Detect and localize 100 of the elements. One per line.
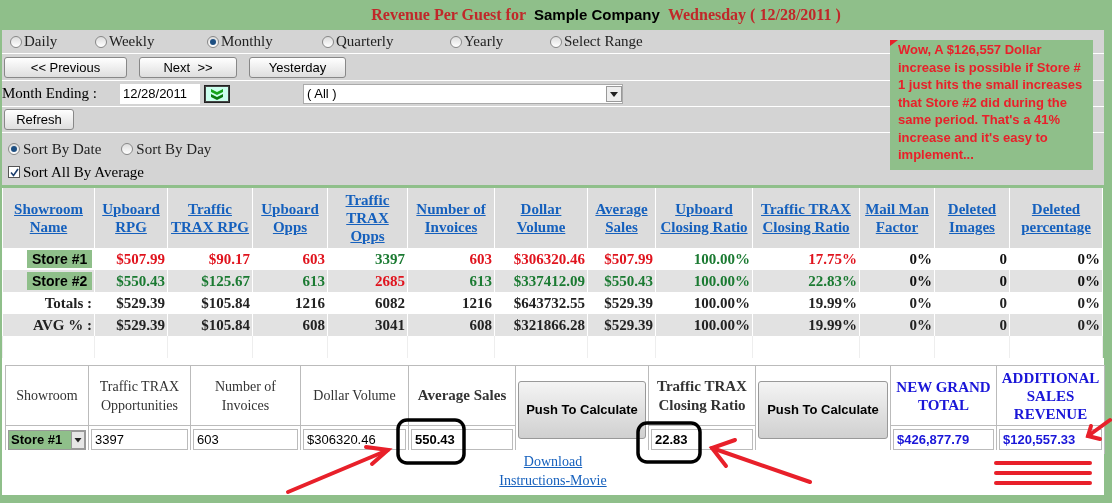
table-cell: $90.17 <box>208 251 250 267</box>
table-cell: $529.39 <box>604 295 653 311</box>
table-cell: $105.84 <box>201 295 250 311</box>
radio-label: Weekly <box>109 32 155 52</box>
input-field[interactable]: 3397 <box>91 429 188 450</box>
column-header-link[interactable]: Average Sales <box>589 200 654 236</box>
table-cell: 100.00% <box>693 273 750 289</box>
field-label: Number of Invoices <box>213 377 277 415</box>
store-badge: Store #2 <box>27 272 92 290</box>
field-label: Average Sales <box>416 386 508 405</box>
checkbox-label: Sort All By Average <box>23 162 144 182</box>
nav-button[interactable]: << Previous <box>4 56 127 78</box>
calendar-picker-icon[interactable] <box>204 84 230 103</box>
table-cell: $321866.28 <box>513 317 585 333</box>
table-cell: $550.43 <box>604 273 653 289</box>
store-dropdown[interactable]: ( All ) <box>303 83 623 104</box>
field-label: ADDITIONAL SALES REVENUE <box>1000 368 1101 423</box>
field-label: Showroom <box>15 387 79 405</box>
table-cell: 0% <box>1077 295 1100 311</box>
table-cell: 1216 <box>295 295 325 311</box>
input-field[interactable]: 603 <box>193 429 298 450</box>
table-cell: 0% <box>909 295 932 311</box>
column-header-link[interactable]: Deleted percentage <box>1011 200 1101 236</box>
table-cell: 0 <box>999 273 1007 289</box>
radio-button[interactable] <box>10 35 22 48</box>
radio-button[interactable] <box>121 143 134 155</box>
caret-icon <box>71 430 85 449</box>
annotation-arrow <box>1085 418 1112 441</box>
table-cell: 6082 <box>375 295 405 311</box>
table-cell: 3397 <box>375 251 405 267</box>
caret-icon <box>606 85 622 102</box>
table-cell: $529.39 <box>116 317 165 333</box>
nav-button[interactable]: Yesterday <box>249 56 346 78</box>
column-header-link[interactable]: Dollar Volume <box>496 200 586 236</box>
row-label: AVG % : <box>33 317 92 333</box>
date-field[interactable]: 12/28/2011 <box>120 83 200 104</box>
column-header-link[interactable]: Traffic TRAX Opps <box>329 191 406 245</box>
column-header-link[interactable]: Traffic TRAX RPG <box>169 200 251 236</box>
checkbox[interactable] <box>8 166 20 178</box>
highlight-ring <box>396 418 466 465</box>
table-cell: 608 <box>302 317 325 333</box>
table-cell: 100.00% <box>693 295 750 311</box>
radio-button[interactable] <box>8 143 20 155</box>
radio-button[interactable] <box>450 35 462 48</box>
table-cell: $507.99 <box>116 251 165 267</box>
calculate-button[interactable]: Push To Calculate <box>758 380 888 439</box>
table-cell: 0 <box>999 251 1007 267</box>
input-field[interactable]: 550.43 <box>411 429 513 450</box>
column-header-link[interactable]: Upboard Opps <box>254 200 326 236</box>
column-header-link[interactable]: Traffic TRAX Closing Ratio <box>754 200 858 236</box>
column-header-link[interactable]: Number of Invoices <box>409 200 493 236</box>
radio-button[interactable] <box>550 35 562 48</box>
calculate-button[interactable]: Push To Calculate <box>518 380 646 439</box>
radio-button[interactable] <box>95 35 107 48</box>
radio-button[interactable] <box>207 35 219 48</box>
radio-label: Monthly <box>221 32 273 52</box>
note-corner-icon <box>890 40 898 46</box>
table-cell: 0% <box>909 251 932 267</box>
table-cell: 0 <box>999 317 1007 333</box>
showroom-select[interactable]: Store #1 <box>8 429 86 450</box>
table-cell: 19.99% <box>808 317 857 333</box>
table-cell: 3041 <box>375 317 405 333</box>
table-cell: 1216 <box>462 295 492 311</box>
column-header-link[interactable]: Deleted Images <box>936 200 1008 236</box>
table-cell: 608 <box>469 317 492 333</box>
column-header-link[interactable]: Showroom Name <box>4 200 93 236</box>
field-label: Dollar Volume <box>312 387 397 405</box>
table-cell: 19.99% <box>808 295 857 311</box>
table-cell: 100.00% <box>693 251 750 267</box>
input-field[interactable]: 22.83 <box>651 429 753 450</box>
radio-label: Daily <box>24 32 58 52</box>
radio-label: Quarterly <box>336 32 394 52</box>
link[interactable]: Download <box>523 452 583 471</box>
field-label: NEW GRAND TOTAL <box>895 377 992 414</box>
table-cell: $643732.55 <box>513 295 585 311</box>
table-cell: 0 <box>999 295 1007 311</box>
radio-label: Select Range <box>564 32 643 52</box>
table-cell: 0% <box>909 273 932 289</box>
table-cell: $507.99 <box>604 251 653 267</box>
table-cell: $105.84 <box>201 317 250 333</box>
company-name: Sample Company <box>534 4 660 25</box>
nav-button[interactable]: Next >> <box>139 56 237 78</box>
table-cell: 613 <box>302 273 325 289</box>
refresh-button[interactable]: Refresh <box>4 109 74 130</box>
table-cell: $550.43 <box>116 273 165 289</box>
radio-label: Sort By Date <box>23 139 102 159</box>
table-cell: 603 <box>302 251 325 267</box>
input-field[interactable]: $120,557.33 <box>999 429 1102 450</box>
column-header-link[interactable]: Mail Man Factor <box>861 200 933 236</box>
radio-label: Sort By Day <box>136 139 212 159</box>
radio-button[interactable] <box>322 35 334 48</box>
column-header-link[interactable]: Upboard RPG <box>96 200 166 236</box>
link[interactable]: Instructions-Movie <box>499 471 607 490</box>
highlight-ring <box>636 421 702 464</box>
input-field[interactable]: $306320.46 <box>303 429 406 450</box>
table-cell: $529.39 <box>116 295 165 311</box>
input-field[interactable]: $426,877.79 <box>893 429 994 450</box>
table-cell: $529.39 <box>604 317 653 333</box>
radio-label: Yearly <box>464 32 504 52</box>
column-header-link[interactable]: Upboard Closing Ratio <box>657 200 751 236</box>
